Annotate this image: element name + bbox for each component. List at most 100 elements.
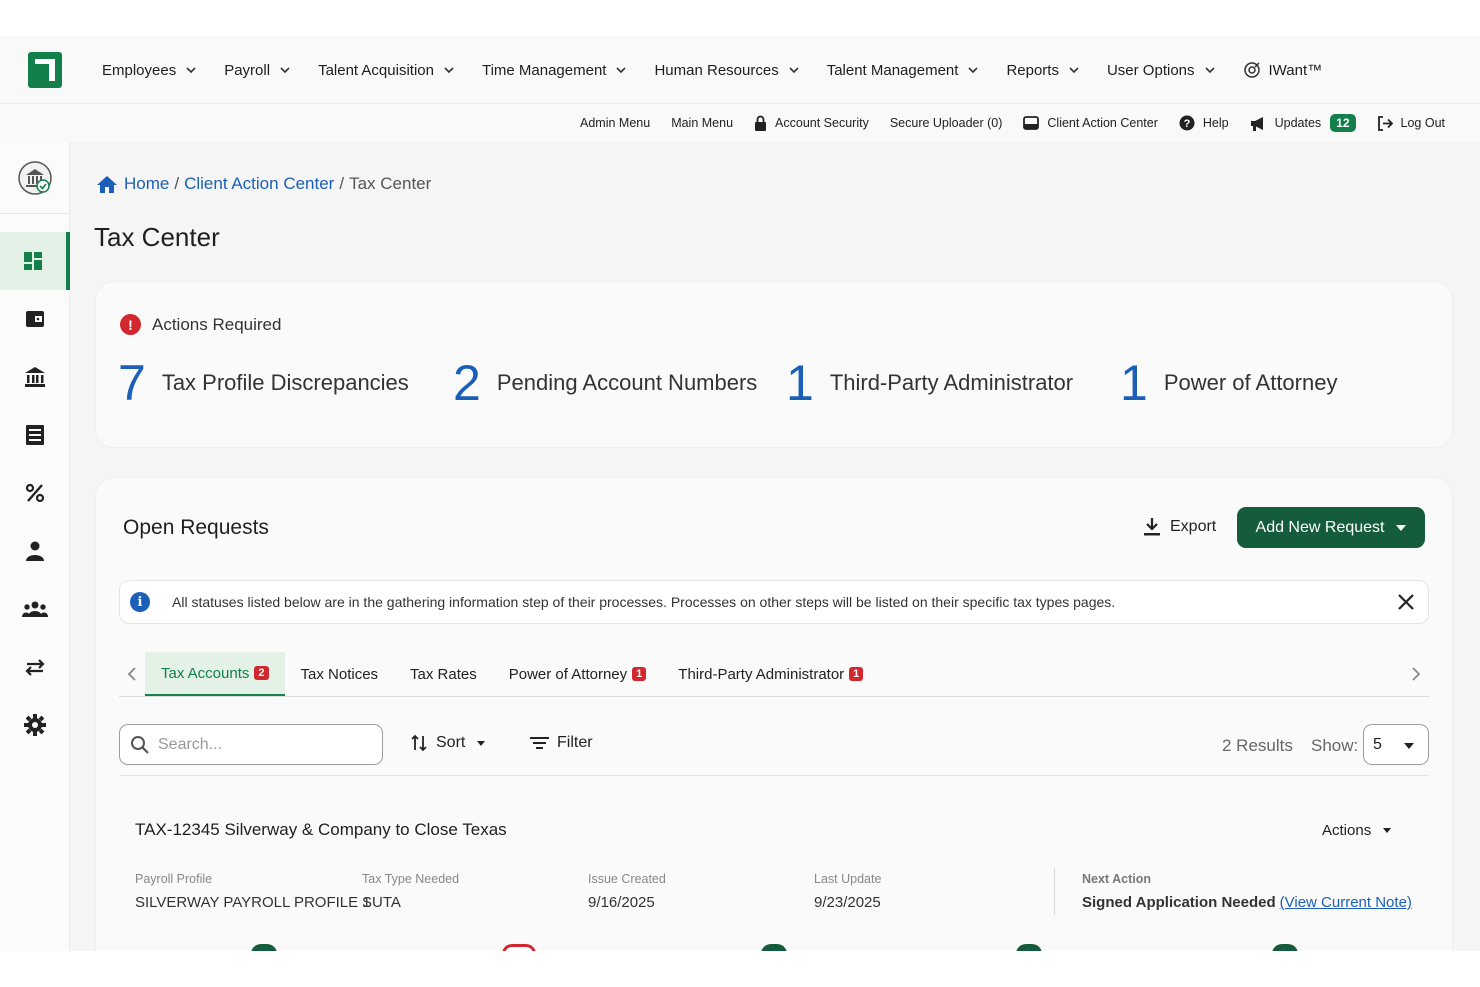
menu-human-resources[interactable]: Human Resources: [654, 62, 799, 79]
person-icon: [26, 541, 44, 561]
progress-step-marker: [1016, 944, 1042, 951]
field-payroll-profile: Payroll Profile SILVERWAY PAYROLL PROFIL…: [135, 872, 371, 911]
secure-uploader-label: Secure Uploader (0): [889, 116, 1003, 130]
tabs-scroll-right[interactable]: [1403, 652, 1429, 696]
company-logo[interactable]: [28, 52, 62, 88]
sidebar-item-rates[interactable]: [0, 464, 70, 522]
field-label: Last Update: [814, 872, 882, 886]
tab-tax-rates[interactable]: Tax Rates: [394, 652, 493, 696]
updates-link[interactable]: Updates 12: [1250, 114, 1356, 132]
chevron-right-icon: [1412, 667, 1421, 681]
results-count: 2 Results: [1222, 736, 1293, 755]
stat-count: 7: [118, 355, 146, 411]
main-content: Home / Client Action Center / Tax Center…: [70, 142, 1480, 951]
sidebar-item-person[interactable]: [0, 522, 70, 580]
tab-label: Third-Party Administrator: [678, 665, 845, 683]
home-icon[interactable]: [96, 175, 118, 194]
open-requests-card: Open Requests Export Add New Request i A…: [96, 478, 1452, 951]
stat-tax-profile-discrepancies[interactable]: 7 Tax Profile Discrepancies: [118, 356, 409, 410]
sort-label: Sort: [436, 734, 466, 751]
add-new-request-button[interactable]: Add New Request: [1237, 507, 1425, 548]
chevron-down-icon: [616, 67, 627, 74]
search-input[interactable]: [158, 735, 358, 754]
caret-down-icon: [1404, 743, 1414, 749]
request-actions-menu[interactable]: Actions: [1322, 822, 1392, 839]
menu-label: Payroll: [224, 61, 271, 79]
sidebar-item-dashboard[interactable]: [0, 232, 70, 290]
sidebar-item-settings[interactable]: [0, 696, 70, 754]
export-button[interactable]: Export: [1143, 517, 1216, 537]
client-action-center-label: Client Action Center: [1047, 116, 1158, 130]
admin-menu-link[interactable]: Admin Menu: [580, 116, 650, 130]
help-icon: ?: [1179, 115, 1195, 131]
breadcrumb-client-action-center[interactable]: Client Action Center: [184, 174, 334, 194]
tab-label: Tax Notices: [300, 665, 379, 683]
sort-icon: [411, 734, 427, 752]
svg-text:?: ?: [1184, 118, 1191, 130]
download-icon: [1144, 518, 1160, 536]
iwant-icon: [1243, 62, 1260, 78]
tab-count-badge: 2: [254, 666, 269, 680]
account-security-link[interactable]: Account Security: [754, 115, 869, 131]
filter-label: Filter: [557, 734, 593, 751]
progress-step-marker: [1272, 944, 1298, 951]
sidebar-item-transfers[interactable]: [0, 638, 70, 696]
client-action-center-link[interactable]: Client Action Center: [1023, 116, 1158, 130]
breadcrumb-separator: /: [174, 174, 180, 193]
breadcrumb-home[interactable]: Home: [124, 174, 169, 194]
sidebar-item-bank[interactable]: [0, 348, 70, 406]
percent-icon: [25, 483, 45, 503]
close-icon[interactable]: [1396, 592, 1416, 612]
tab-power-of-attorney[interactable]: Power of Attorney 1: [493, 652, 663, 696]
menu-label: Employees: [102, 61, 177, 79]
tab-tax-accounts[interactable]: Tax Accounts 2: [145, 652, 285, 696]
field-label: Tax Type Needed: [362, 872, 460, 886]
menu-talent-acquisition[interactable]: Talent Acquisition: [318, 62, 454, 79]
wallet-icon: [26, 311, 44, 327]
menu-label: User Options: [1106, 61, 1195, 79]
utility-bar: Admin Menu Main Menu Account Security Se…: [0, 104, 1480, 142]
page-size-select[interactable]: 5: [1363, 724, 1429, 765]
tab-third-party-administrator[interactable]: Third-Party Administrator 1: [662, 652, 879, 696]
request-title[interactable]: TAX-12345 Silverway & Company to Close T…: [135, 820, 507, 840]
tab-label: Tax Rates: [410, 665, 477, 683]
progress-step-marker: [251, 944, 277, 951]
stat-count: 2: [453, 355, 481, 411]
log-out-link[interactable]: Log Out: [1377, 115, 1445, 131]
menu-employees[interactable]: Employees: [102, 62, 196, 79]
caret-down-icon: [1383, 828, 1392, 833]
field-divider: [1054, 868, 1055, 915]
sort-button[interactable]: Sort: [411, 734, 486, 752]
help-label: Help: [1202, 116, 1229, 130]
help-link[interactable]: ? Help: [1179, 115, 1229, 131]
tab-tax-notices[interactable]: Tax Notices: [285, 652, 395, 696]
tabs-scroll-left[interactable]: [119, 652, 145, 696]
stat-count: 1: [1120, 355, 1148, 411]
chevron-down-icon: [968, 67, 979, 74]
breadcrumb-current: Tax Center: [349, 174, 432, 193]
sidebar-item-wallet[interactable]: [0, 290, 70, 348]
menu-label: Talent Management: [826, 61, 959, 79]
view-current-note-link[interactable]: (View Current Note): [1280, 894, 1412, 911]
filter-button[interactable]: Filter: [530, 734, 593, 752]
menu-time-management[interactable]: Time Management: [482, 62, 627, 79]
caret-down-icon: [1396, 524, 1407, 531]
alert-icon: !: [120, 314, 141, 335]
sidebar-item-documents[interactable]: [0, 406, 70, 464]
stat-pending-account-numbers[interactable]: 2 Pending Account Numbers: [453, 356, 757, 410]
lock-icon: [755, 115, 767, 131]
chevron-down-icon: [280, 67, 290, 74]
menu-user-options[interactable]: User Options: [1107, 62, 1215, 79]
stat-power-of-attorney[interactable]: 1 Power of Attorney: [1120, 356, 1337, 410]
menu-payroll[interactable]: Payroll: [224, 62, 290, 79]
menu-reports[interactable]: Reports: [1006, 62, 1079, 79]
main-menu-link[interactable]: Main Menu: [671, 116, 733, 130]
iwant-button[interactable]: IWant™: [1243, 61, 1322, 79]
tab-count-badge: 1: [849, 667, 864, 681]
menu-talent-management[interactable]: Talent Management: [827, 62, 979, 79]
tab-label: Tax Accounts: [161, 664, 250, 682]
stat-third-party-administrator[interactable]: 1 Third-Party Administrator: [786, 356, 1073, 410]
tax-center-icon[interactable]: [17, 160, 53, 196]
secure-uploader-link[interactable]: Secure Uploader (0): [890, 116, 1003, 130]
sidebar-item-team[interactable]: [0, 580, 70, 638]
